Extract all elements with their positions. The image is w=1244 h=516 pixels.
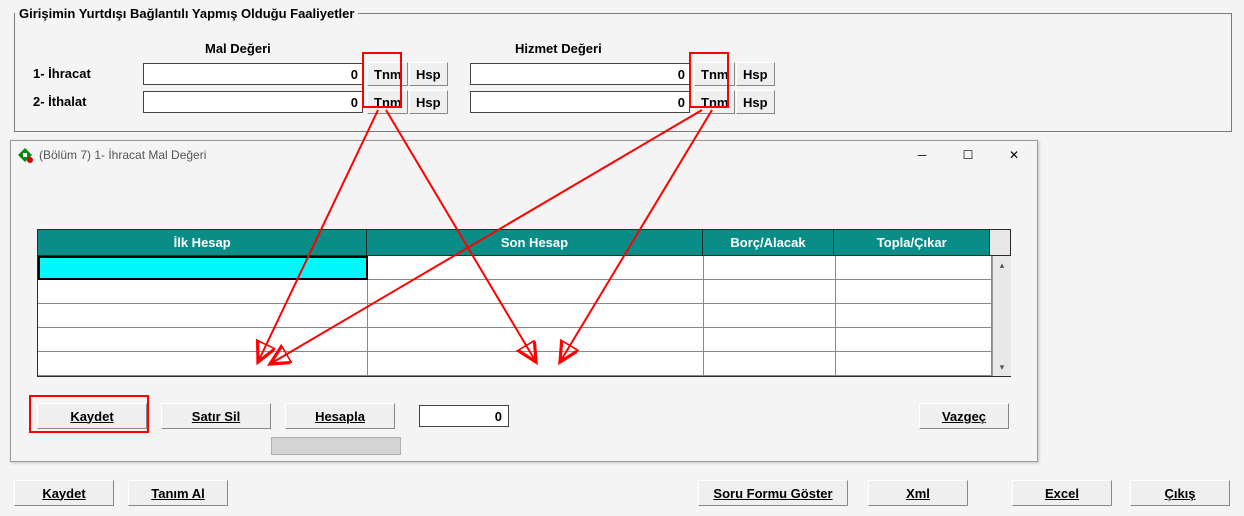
table-cell[interactable] [836,304,992,328]
table-cell[interactable] [368,256,704,280]
table-cell[interactable] [368,304,704,328]
dialog-titlebar: (Bölüm 7) 1- İhracat Mal Değeri ─ ☐ ✕ [11,141,1037,169]
bottom-excel-button[interactable]: Excel [1012,480,1112,506]
bottom-cikis-button[interactable]: Çıkış [1130,480,1230,506]
group-legend: Girişimin Yurtdışı Bağlantılı Yapmış Old… [15,6,358,21]
table-rows[interactable] [38,256,992,376]
ihracat-hizmet-input[interactable] [470,63,690,85]
app-icon [17,147,33,163]
bottom-xml-button[interactable]: Xml [868,480,968,506]
ithalat-mal-input[interactable] [143,91,363,113]
table-cell[interactable] [836,256,992,280]
ithalat-hizmet-input[interactable] [470,91,690,113]
dialog-vazgec-button[interactable]: Vazgeç [919,403,1009,429]
col-topla-cikar[interactable]: Topla/Çıkar [834,230,990,256]
dialog-kaydet-button[interactable]: Kaydet [37,403,147,429]
tnm-dialog: (Bölüm 7) 1- İhracat Mal Değeri ─ ☐ ✕ İl… [10,140,1038,462]
ihracat-hizmet-tnm-button[interactable]: Tnm [694,62,735,86]
ihracat-mal-input[interactable] [143,63,363,85]
ihracat-mal-tnm-button[interactable]: Tnm [367,62,408,86]
header-hizmet: Hizmet Değeri [515,41,602,56]
ithalat-mal-tnm-button[interactable]: Tnm [367,90,408,114]
table-cell[interactable] [38,280,368,304]
dialog-calc-value[interactable] [419,405,509,427]
table-cell[interactable] [704,304,836,328]
dialog-title: (Bölüm 7) 1- İhracat Mal Değeri [39,148,206,162]
ihracat-mal-hsp-button[interactable]: Hsp [409,62,448,86]
table-cell[interactable] [368,328,704,352]
ithalat-mal-hsp-button[interactable]: Hsp [409,90,448,114]
table-cell[interactable] [836,280,992,304]
scroll-up-icon[interactable]: ▴ [993,256,1011,274]
table-cell[interactable] [368,280,704,304]
row-label-ithalat: 2- İthalat [33,94,86,109]
table-cell[interactable] [836,352,992,376]
dialog-status-strip [271,437,401,455]
dialog-hesapla-button[interactable]: Hesapla [285,403,395,429]
scroll-corner [990,230,1010,256]
bottom-kaydet-button[interactable]: Kaydet [14,480,114,506]
table-cell[interactable] [704,352,836,376]
row-label-ihracat: 1- İhracat [33,66,91,81]
table-cell[interactable] [38,304,368,328]
ithalat-hizmet-tnm-button[interactable]: Tnm [694,90,735,114]
header-mal: Mal Değeri [205,41,271,56]
col-ilk-hesap[interactable]: İlk Hesap [38,230,367,256]
col-borc-alacak[interactable]: Borç/Alacak [703,230,835,256]
table-cell[interactable] [704,256,836,280]
ihracat-hizmet-hsp-button[interactable]: Hsp [736,62,775,86]
dialog-satirsil-button[interactable]: Satır Sil [161,403,271,429]
activities-group: Girişimin Yurtdışı Bağlantılı Yapmış Old… [14,6,1232,132]
scroll-down-icon[interactable]: ▾ [993,358,1011,376]
table-cell[interactable] [704,280,836,304]
vertical-scrollbar[interactable]: ▴ ▾ [992,256,1011,376]
table-cell[interactable] [704,328,836,352]
table-cell[interactable] [368,352,704,376]
col-son-hesap[interactable]: Son Hesap [367,230,702,256]
table-cell[interactable] [38,352,368,376]
ithalat-hizmet-hsp-button[interactable]: Hsp [736,90,775,114]
account-table: İlk Hesap Son Hesap Borç/Alacak Topla/Çı… [37,229,1011,377]
cell-active[interactable] [38,256,368,280]
maximize-button[interactable]: ☐ [945,141,991,169]
minimize-button[interactable]: ─ [899,141,945,169]
table-cell[interactable] [38,328,368,352]
close-button[interactable]: ✕ [991,141,1037,169]
bottom-soru-formu-button[interactable]: Soru Formu Göster [698,480,848,506]
table-cell[interactable] [836,328,992,352]
bottom-tanim-al-button[interactable]: Tanım Al [128,480,228,506]
